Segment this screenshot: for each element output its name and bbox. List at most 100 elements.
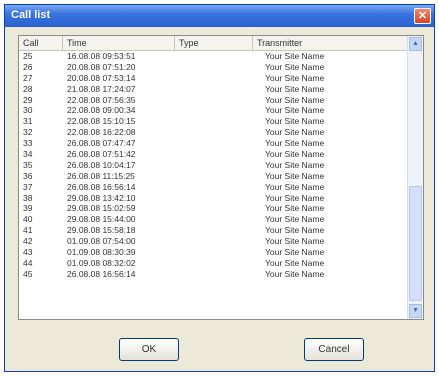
cell-call: 42 [23,236,33,247]
cell-time: 01.09.08 07:54:00 [67,236,136,247]
table-row[interactable]: 30 22.08.08 09:00:34 Your Site Name [19,105,407,116]
cell-call: 33 [23,138,33,149]
cell-call: 45 [23,268,33,279]
cell-type [175,258,253,269]
cell-type [175,51,253,62]
cell-call: 28 [23,83,33,94]
cell-time: 26.08.08 07:47:47 [67,138,136,149]
column-header-call[interactable]: Call [19,36,63,50]
cell-type [175,138,253,149]
call-list[interactable]: Call Time Type Transmitter 25 16.08.08 09… [18,35,424,320]
cell-time: 26.08.08 11:15:25 [67,170,135,181]
table-row[interactable]: 25 16.08.08 09:53:51 Your Site Name [19,51,407,62]
cell-transmitter: Your Site Name [265,116,325,127]
cell-transmitter: Your Site Name [265,159,325,170]
cell-type [175,116,253,127]
cell-transmitter: Your Site Name [265,51,325,61]
cell-transmitter: Your Site Name [265,181,325,192]
cell-time: 29.08.08 15:44:00 [67,214,136,225]
cell-transmitter: Your Site Name [265,225,325,236]
table-row[interactable]: 44 01.09.08 08:32:02 Your Site Name [19,258,407,269]
cell-type [175,73,253,84]
cell-type [175,62,253,73]
cell-transmitter: Your Site Name [265,127,325,138]
cell-type [175,193,253,204]
table-row[interactable]: 39 29.08.08 15:02:59 Your Site Name [19,203,407,214]
cell-type [175,269,253,280]
scroll-down-button[interactable]: ▼ [409,304,422,318]
vertical-scrollbar[interactable]: ▲ ▼ [407,36,423,319]
table-row[interactable]: 32 22.08.08 16:22:08 Your Site Name [19,127,407,138]
cell-type [175,127,253,138]
cell-transmitter: Your Site Name [265,105,325,116]
table-row[interactable]: 27 20.08.08 07:53:14 Your Site Name [19,73,407,84]
list-rows: 25 16.08.08 09:53:51 Your Site Name 26 20.08… [19,51,407,280]
table-row[interactable]: 42 01.09.08 07:54:00 Your Site Name [19,236,407,247]
cell-transmitter: Your Site Name [265,72,325,83]
cell-call: 26 [23,61,33,72]
cell-time: 22.08.08 07:56:35 [67,94,136,105]
table-row[interactable]: 31 22.08.08 15:10:15 Your Site Name [19,116,407,127]
cell-call: 39 [23,203,33,214]
cell-time: 26.08.08 10:04:17 [67,159,136,170]
cell-call: 27 [23,72,33,83]
cell-call: 36 [23,170,33,181]
cell-time: 29.08.08 15:58:18 [67,225,136,236]
cell-transmitter: Your Site Name [265,94,325,105]
table-row[interactable]: 36 26.08.08 11:15:25 Your Site Name [19,171,407,182]
table-row[interactable]: 33 26.08.08 07:47:47 Your Site Name [19,138,407,149]
cell-time: 16.08.08 09:53:51 [67,51,136,61]
cell-call: 32 [23,127,33,138]
cell-transmitter: Your Site Name [265,236,325,247]
cell-transmitter: Your Site Name [265,61,325,72]
table-row[interactable]: 37 26.08.08 16:56:14 Your Site Name [19,182,407,193]
table-row[interactable]: 41 29.08.08 15:58:18 Your Site Name [19,225,407,236]
cell-time: 26.08.08 07:51:42 [67,149,136,160]
cell-type [175,105,253,116]
cell-time: 29.08.08 15:02:59 [67,203,136,214]
cell-call: 34 [23,149,33,160]
cell-call: 31 [23,116,33,127]
cell-type [175,95,253,106]
table-row[interactable]: 26 20.08.08 07:51:20 Your Site Name [19,62,407,73]
cell-call: 44 [23,257,33,268]
column-header-time[interactable]: Time [63,36,175,50]
cell-transmitter: Your Site Name [265,192,325,203]
cell-type [175,149,253,160]
cell-type [175,214,253,225]
ok-button[interactable]: OK [119,338,179,361]
cell-time: 22.08.08 16:22:08 [67,127,136,138]
cell-call: 40 [23,214,33,225]
table-row[interactable]: 34 26.08.08 07:51:42 Your Site Name [19,149,407,160]
chevron-down-icon: ▼ [412,307,419,314]
close-button[interactable]: ✕ [414,8,431,24]
cell-time: 26.08.08 16:56:14 [67,268,136,279]
cell-type [175,236,253,247]
cancel-button[interactable]: Cancel [304,338,364,361]
table-row[interactable]: 38 29.08.08 13:42:10 Your Site Name [19,193,407,204]
cell-transmitter: Your Site Name [265,83,325,94]
table-row[interactable]: 40 29.08.08 15:44:00 Your Site Name [19,214,407,225]
cell-type [175,225,253,236]
cell-call: 38 [23,192,33,203]
table-row[interactable]: 28 21.08.08 17:24:07 Your Site Name [19,84,407,95]
call-list-dialog: Call list ✕ Call Time Type Transmitter 2… [4,4,435,372]
cell-transmitter: Your Site Name [265,203,325,214]
table-row[interactable]: 45 26.08.08 16:56:14 Your Site Name [19,269,407,280]
cell-time: 01.09.08 08:30:39 [67,247,136,258]
table-row[interactable]: 29 22.08.08 07:56:35 Your Site Name [19,95,407,106]
title-bar[interactable]: Call list ✕ [5,5,434,27]
cell-call: 29 [23,94,33,105]
table-row[interactable]: 43 01.09.08 08:30:39 Your Site Name [19,247,407,258]
scroll-up-button[interactable]: ▲ [409,37,422,51]
cell-time: 29.08.08 13:42:10 [67,192,136,203]
cell-transmitter: Your Site Name [265,149,325,160]
column-header-type[interactable]: Type [175,36,253,50]
cell-type [175,171,253,182]
table-row[interactable]: 35 26.08.08 10:04:17 Your Site Name [19,160,407,171]
column-header-transmitter[interactable]: Transmitter [253,36,407,50]
scroll-thumb[interactable] [409,186,422,301]
cell-type [175,182,253,193]
cell-call: 37 [23,181,33,192]
cell-transmitter: Your Site Name [265,257,325,268]
